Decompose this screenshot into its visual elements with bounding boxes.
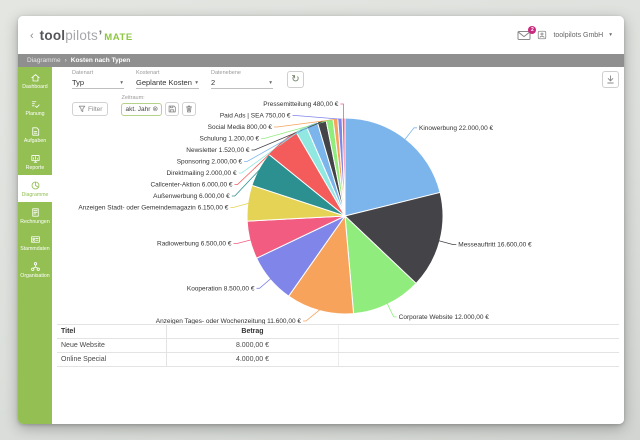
table-row[interactable]: Neue Website 8.000,00 € (57, 339, 619, 353)
select-value: Typ (72, 78, 85, 87)
logo-quote-mark: ’ (98, 27, 103, 43)
toolbar-row-1: Datenart Typ ▾ Kostenart Geplante Kosten ▾… (52, 67, 624, 91)
breadcrumb-section[interactable]: Diagramme (27, 57, 61, 64)
refresh-icon: ↻ (291, 73, 300, 85)
checklist-icon (31, 100, 40, 108)
report-screen-icon (30, 154, 40, 163)
pie-label-connector (256, 278, 272, 289)
sidebar-item-label: Dashboard (22, 83, 48, 90)
pie-label: Sponsoring 2.000,00 € (177, 159, 243, 166)
sidebar-item-rechnungen[interactable]: Rechnungen (18, 202, 52, 229)
pie-label-connector (230, 202, 249, 208)
table-cell-titel: Online Special (57, 353, 167, 366)
pie-label: Kooperation 8.500,00 € (187, 285, 255, 292)
pie-label: Außenwerbung 6.000,00 € (153, 193, 230, 200)
pie-label-connector (303, 309, 321, 322)
chevron-down-icon[interactable]: ▾ (609, 32, 612, 38)
pie-label: Social Media 800,00 € (208, 124, 273, 131)
sidebar-item-stammdaten[interactable]: Stammdaten (18, 229, 52, 256)
pie-label: Paid Ads | SEA 750,00 € (220, 113, 291, 120)
pie-label: Schulung 1.200,00 € (199, 136, 259, 143)
download-button[interactable] (602, 71, 619, 88)
main-content: Datenart Typ ▾ Kostenart Geplante Kosten ▾… (52, 67, 624, 424)
select-datenebene[interactable]: Datenebene 2 ▾ (211, 70, 273, 89)
org-chart-icon (30, 261, 40, 271)
select-value: 2 (211, 78, 216, 87)
chevron-down-icon: ▾ (195, 79, 198, 86)
chevron-down-icon: ▾ (269, 79, 272, 86)
table-row[interactable]: Online Special 4.000,00 € (57, 353, 619, 367)
sidebar-item-label: Aufgaben (23, 137, 47, 144)
pie-label-connector (386, 303, 397, 318)
logo-suffix: MATE (104, 31, 133, 43)
pie-label: Corporate Website 12.000,00 € (399, 314, 490, 321)
refresh-button[interactable]: ↻ (287, 71, 304, 88)
breadcrumb: Diagramme › Kosten nach Typen (18, 54, 624, 67)
table-cell-titel: Neue Website (57, 339, 167, 352)
sidebar-item-label: Diagramme (21, 191, 49, 198)
pie-label: Direktmailing 2.000,00 € (166, 170, 236, 177)
pie-label: Radiowerbung 6.500,00 € (157, 241, 232, 248)
table-cell-betrag: 8.000,00 € (167, 339, 339, 352)
sidebar-item-label: Reporte (25, 164, 45, 171)
pie-label: Messeauftritt 16.600,00 € (458, 242, 532, 249)
pie-label: Newsletter 1.520,00 € (186, 147, 250, 154)
company-name[interactable]: toolpilots GmbH (553, 32, 603, 39)
select-datenart[interactable]: Datenart Typ ▾ (72, 70, 124, 89)
sidebar-item-organisation[interactable]: Organisation (18, 256, 52, 283)
table-header-spacer (339, 325, 619, 338)
home-icon (30, 73, 40, 81)
sidebar-item-label: Organisation (20, 272, 50, 279)
pie-label-connector (340, 103, 344, 120)
sidebar-item-label: Planung (25, 110, 45, 117)
header-account-area: 2 toolpilots GmbH ▾ (517, 25, 612, 41)
sidebar-item-label: Stammdaten (20, 245, 50, 252)
select-kostenart[interactable]: Kostenart Geplante Kosten ▾ (136, 70, 199, 89)
pie-label-connector (233, 239, 252, 245)
id-card-icon (30, 235, 40, 243)
pie-label-connector (292, 115, 341, 120)
breadcrumb-page: Kosten nach Typen (70, 57, 131, 64)
pie-label: Anzeigen Stadt- oder Gemeindemagazin 6.1… (78, 205, 228, 212)
app-logo[interactable]: ‹ tool pilots’ MATE (30, 28, 133, 43)
table-cell-betrag: 4.000,00 € (167, 353, 339, 366)
results-table: Titel Betrag Neue Website 8.000,00 € Onl… (57, 324, 619, 367)
sidebar-item-label: Rechnungen (20, 218, 50, 225)
table-cell-spacer (339, 339, 619, 352)
logo-text-bold: tool (39, 27, 66, 43)
table-header-row: Titel Betrag (57, 324, 619, 339)
task-document-icon (31, 126, 39, 136)
app-header: ‹ tool pilots’ MATE 2 toolpilots GmbH ▾ (18, 16, 624, 54)
table-cell-spacer (339, 353, 619, 366)
sidebar-item-reporte[interactable]: Reporte (18, 148, 52, 175)
pie-label-connector (438, 240, 457, 246)
table-header-betrag: Betrag (167, 325, 339, 338)
mail-icon[interactable]: 2 (517, 25, 537, 41)
pie-label: Pressemitteilung 480,00 € (263, 101, 339, 108)
pie-label: Callcenter-Aktion 6.000,00 € (150, 182, 232, 189)
sidebar-item-planung[interactable]: Planung (18, 94, 52, 121)
pie-chart-icon (31, 181, 39, 189)
mail-badge: 2 (528, 25, 537, 34)
invoice-icon (31, 207, 39, 217)
sidebar-item-dashboard[interactable]: Dashboard (18, 67, 52, 94)
logo-text-light: pilots (65, 27, 98, 43)
sidebar: Dashboard Planung Aufgaben Reporte Diagr… (18, 67, 52, 424)
sidebar-item-aufgaben[interactable]: Aufgaben (18, 121, 52, 148)
select-value: Geplante Kosten (136, 78, 192, 87)
breadcrumb-separator: › (64, 57, 67, 64)
pie-label-connector (404, 127, 417, 140)
app-window: ‹ tool pilots’ MATE 2 toolpilots GmbH ▾ D… (18, 16, 624, 424)
sidebar-item-diagramme[interactable]: Diagramme (18, 175, 52, 202)
sidebar-collapse-icon[interactable]: ‹ (30, 30, 34, 42)
chevron-down-icon: ▾ (120, 79, 123, 86)
download-icon (607, 75, 614, 84)
table-header-titel: Titel (57, 325, 167, 338)
pie-chart: Pressemitteilung 480,00 € Paid Ads | SEA … (78, 101, 532, 325)
organization-icon (537, 30, 547, 40)
pie-label: Kinowerbung 22.000,00 € (419, 125, 493, 132)
